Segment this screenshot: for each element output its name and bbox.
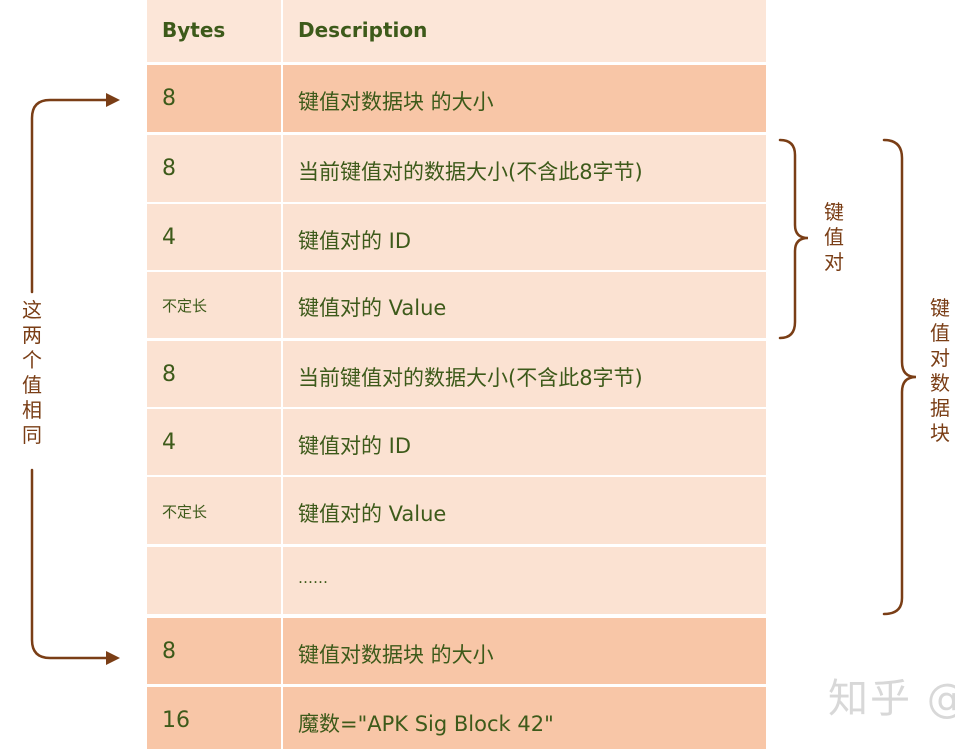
annotation-same-values: 这两个值相同 xyxy=(22,298,42,447)
annotation-kv-block: 键值对数据块 xyxy=(930,296,950,445)
kv-pair-bracket xyxy=(778,138,809,340)
annotation-kv-pair: 键值对 xyxy=(824,200,844,274)
arrowhead-bottom-icon xyxy=(106,651,120,665)
left-arrow-top-line xyxy=(30,98,112,294)
left-arrow-bottom-line xyxy=(30,468,112,660)
kv-block-bracket xyxy=(882,138,917,616)
annotation-lines xyxy=(30,93,917,665)
watermark: 知乎 @ xyxy=(828,676,955,722)
arrowhead-top-icon xyxy=(106,93,120,107)
